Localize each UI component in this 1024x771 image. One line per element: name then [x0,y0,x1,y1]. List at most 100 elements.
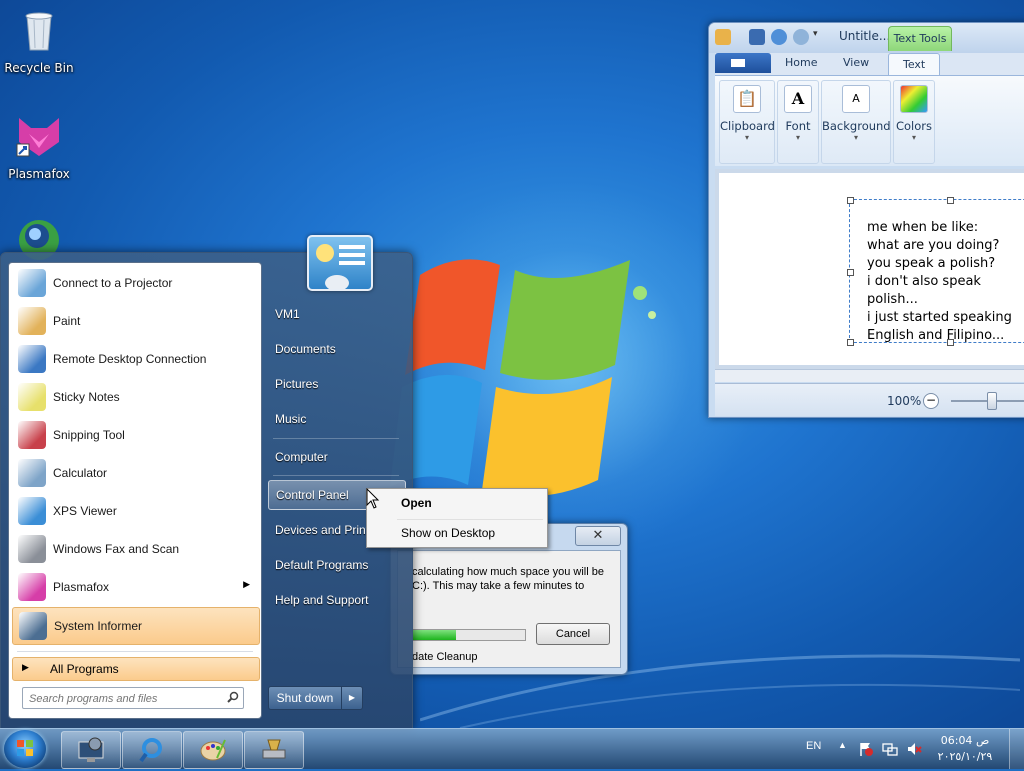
ribbon-tabs: Home View Text [715,53,1024,76]
program-label: Remote Desktop Connection [53,352,207,366]
paint-menu-button[interactable] [715,53,771,73]
program-xps-viewer[interactable]: XPS Viewer [12,493,258,529]
start-menu[interactable]: Connect to a Projector Paint Remote Desk… [0,235,413,730]
context-menu-show-on-desktop[interactable]: Show on Desktop [369,521,545,545]
program-label: Snipping Tool [53,428,125,442]
program-paint[interactable]: Paint [12,303,258,339]
paint-palette-icon [18,307,46,335]
horizontal-scrollbar[interactable] [715,369,1024,382]
search-icon[interactable] [227,691,239,703]
start-item-computer[interactable]: Computer [268,443,404,471]
canvas-text-line: what are you doing? [867,238,1000,253]
close-button[interactable]: ✕ [575,526,621,546]
program-system-informer[interactable]: System Informer [12,607,260,645]
clipboard-icon: 📋 [733,85,761,113]
windows-logo [390,259,656,497]
undo-icon[interactable] [771,29,787,45]
program-label: System Informer [54,619,143,633]
shutdown-options-button[interactable]: ▶ [341,686,363,710]
start-item-music[interactable]: Music [268,405,404,433]
paint-titlebar[interactable]: ▾ Untitle... Text Tools [709,23,1024,53]
program-label: Paint [53,314,81,328]
tab-text[interactable]: Text [888,53,941,76]
clock[interactable]: 06:04 ص ٢٠٢٥/١٠/٢٩ [930,733,1000,765]
desktop-icon-recycle-bin[interactable]: Recycle Bin [2,6,76,75]
start-item-help-support[interactable]: Help and Support [268,586,404,614]
program-snipping-tool[interactable]: Snipping Tool [12,417,258,453]
program-sticky-notes[interactable]: Sticky Notes [12,379,258,415]
zoom-level: 100% [887,394,922,408]
cleanup-message-line: calculating how much space you will be [412,566,604,578]
action-center-flag-icon[interactable] [858,741,874,757]
save-icon[interactable] [749,29,765,45]
font-group[interactable]: A Font ▾ [777,80,819,164]
paint-canvas[interactable]: me when be like: what are you doing? you… [719,173,1024,365]
fax-scanner-icon [18,535,46,563]
resize-handle[interactable] [847,269,854,276]
zoom-slider-thumb[interactable] [987,392,997,410]
divider [273,438,399,439]
resize-handle[interactable] [947,197,954,204]
program-plasmafox[interactable]: Plasmafox ▶ [12,569,258,605]
desktop-icon-plasmafox[interactable]: Plasmafox [2,112,76,181]
taskbar-paint[interactable] [183,731,243,769]
start-item-documents[interactable]: Documents [268,335,404,363]
start-item-vm1[interactable]: VM1 [268,300,404,328]
paint-palette-icon [200,739,226,761]
divider [273,475,399,476]
search-input[interactable] [27,690,221,707]
desktop-icon-label: Recycle Bin [4,61,74,75]
program-label: XPS Viewer [53,504,117,518]
mouse-cursor-icon [366,488,380,509]
program-calculator[interactable]: Calculator [12,455,258,491]
network-status-icon[interactable] [882,741,898,757]
taskbar-search-app[interactable] [122,731,182,769]
paint-window[interactable]: ▾ Untitle... Text Tools Home View Text 📋… [708,22,1024,418]
resize-handle[interactable] [847,339,854,346]
start-item-pictures[interactable]: Pictures [268,370,404,398]
start-item-label: Devices and Print [275,523,370,537]
resize-handle[interactable] [847,197,854,204]
xps-viewer-icon [18,497,46,525]
program-remote-desktop[interactable]: Remote Desktop Connection [12,341,258,377]
calculator-icon [18,459,46,487]
taskbar-disk-cleanup[interactable] [244,731,304,769]
paint-app-icon[interactable] [715,29,731,45]
colors-group[interactable]: Colors ▾ [893,80,935,164]
progress-fill [413,630,456,640]
font-label: Font [785,119,811,133]
dropdown-arrow-icon: ▾ [795,133,800,142]
divider [17,651,253,652]
zoom-out-button[interactable]: − [923,393,939,409]
start-button[interactable] [4,730,46,768]
remote-desktop-icon [18,345,46,373]
all-programs-button[interactable]: ▶ All Programs [12,657,260,681]
program-fax-and-scan[interactable]: Windows Fax and Scan [12,531,258,567]
background-group[interactable]: A Background ▾ [821,80,891,164]
menu-icon [731,59,745,67]
customize-qat-icon[interactable]: ▾ [813,29,823,45]
clipboard-group[interactable]: 📋 Clipboard ▾ [719,80,775,164]
redo-icon[interactable] [793,29,809,45]
program-label: Calculator [53,466,108,480]
canvas-text-line: English and Filipino... [867,328,1005,343]
program-connect-to-projector[interactable]: Connect to a Projector [12,265,258,301]
disk-cleanup-body: calculating how much space you will be C… [397,550,621,668]
tab-home[interactable]: Home [785,56,817,69]
cancel-button[interactable]: Cancel [536,623,610,645]
start-item-label: Pictures [275,377,319,391]
taskbar-system-informer[interactable] [61,731,121,769]
start-item-default-programs[interactable]: Default Programs [268,551,404,579]
show-desktop-button[interactable] [1009,729,1024,769]
user-picture[interactable] [307,235,373,291]
show-hidden-icons-icon[interactable]: ▲ [838,740,847,750]
search-box[interactable] [22,687,244,709]
language-indicator[interactable]: EN [806,740,821,752]
tab-view[interactable]: View [843,56,869,69]
start-item-label: Computer [275,450,328,464]
context-menu-open[interactable]: Open [369,491,545,515]
volume-muted-icon[interactable] [906,741,922,757]
canvas-text[interactable]: me when be like: what are you doing? you… [867,219,1012,345]
program-label: Connect to a Projector [53,276,173,290]
shutdown-button[interactable]: Shut down [268,686,342,710]
